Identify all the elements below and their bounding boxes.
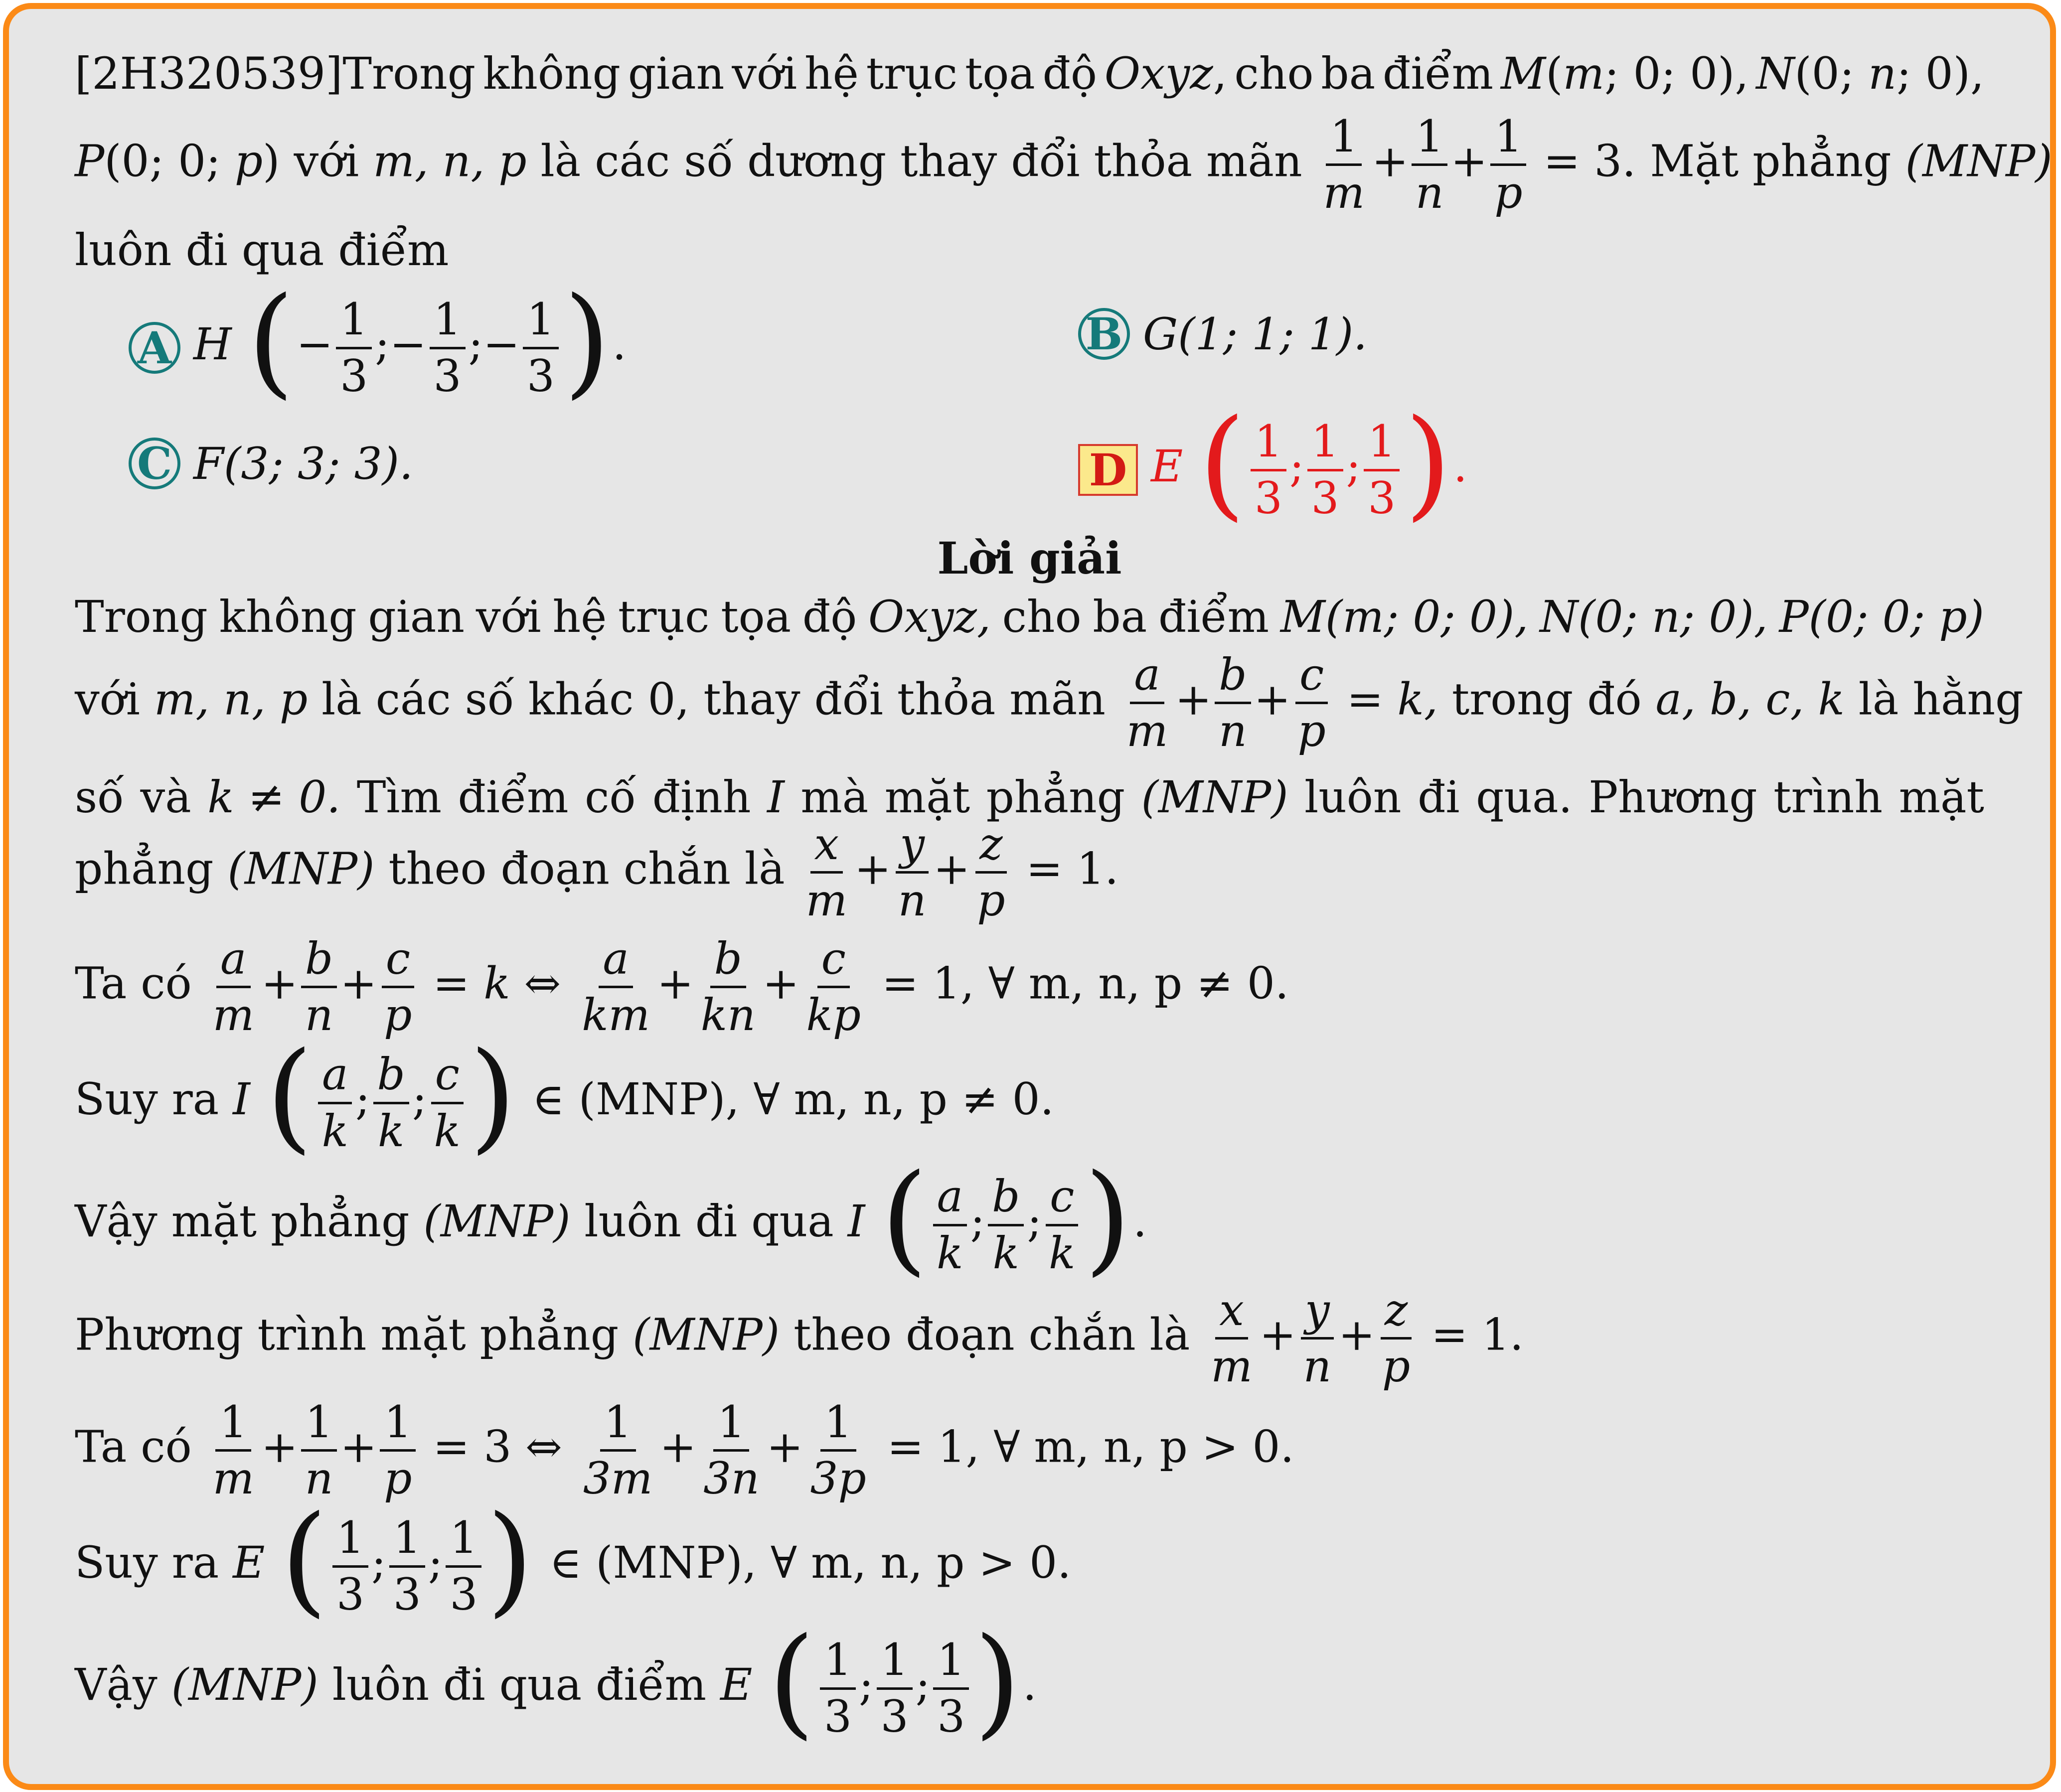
- solution-line-4: phẳng (MNP) theo đoạn chắn là x m + y n + z p =…: [75, 818, 1119, 926]
- solution-line-1: Trong không gian với hệ trục tọa độ Oxyz…: [75, 591, 1984, 642]
- question-line-3: luôn đi qua điểm: [75, 224, 449, 276]
- question-line-2: P(0; 0; p) với m, n, p là các số dương t…: [75, 111, 2053, 219]
- fraction-1-p: 1p: [1490, 113, 1527, 216]
- fraction-1-m: 1m: [1323, 111, 1365, 219]
- point-N: N(0; n; 0),: [1756, 48, 1984, 99]
- problem-code: [2H320539]: [75, 48, 343, 99]
- solution-line-10: Suy ra E (1 3; 1 3; 1 3) ∈ (MNP), ∀ m, n, p >…: [75, 1490, 1072, 1629]
- choice-C-badge[interactable]: C: [129, 438, 180, 489]
- solution-line-9: Ta có 1 m +1 n +1 p = 3 ⇔ 1 3m +1 3n +1 3p = 1, ∀ …: [75, 1396, 1294, 1504]
- fraction-1-n: 1n: [1412, 113, 1448, 216]
- solution-line-6: Suy ra I (a k; b k; c k) ∈ (MNP), ∀ m, n, p ≠…: [75, 1026, 1054, 1166]
- choice-C[interactable]: C F(3; 3; 3).: [129, 438, 413, 489]
- solution-heading: Lời giải: [937, 532, 1122, 584]
- choice-D-correct[interactable]: D E (1 3; 1 3; 1 3).: [1078, 403, 1467, 530]
- point-M: M(m; 0; 0),: [1500, 48, 1749, 99]
- solution-line-11: Vậy (MNP) luôn đi qua điểm E (1 3; 1 3; 1 3).: [75, 1612, 1037, 1751]
- choice-B-badge[interactable]: B: [1078, 308, 1130, 360]
- solution-line-3: số và k ≠ 0. Tìm điểm cố định I mà mặt p…: [75, 771, 1984, 823]
- point-P: P(0; 0; p): [75, 135, 280, 187]
- question-line-1: [2H320539]Trong không gian với hệ trục t…: [75, 48, 1984, 99]
- problem-card: [2H320539] Trong không gian với hệ trục t…: [3, 3, 2056, 1790]
- choice-B[interactable]: B G(1; 1; 1).: [1078, 308, 1367, 360]
- choice-A-badge[interactable]: A: [129, 322, 180, 374]
- solution-line-8: Phương trình mặt phẳng (MNP) theo đoạn c…: [75, 1284, 1524, 1392]
- solution-line-5: Ta có a m + b n + c p = k ⇔ a km + b kn + c kp = 1, ∀ …: [75, 933, 1289, 1041]
- choice-D-badge[interactable]: D: [1078, 444, 1138, 496]
- choice-A[interactable]: A H (− 1 3 ;− 1 3 ;− 1 3).: [129, 281, 627, 408]
- solution-line-2: với m, n, p là các số khác 0, thay đổi t…: [75, 649, 2024, 757]
- solution-line-7: Vậy mặt phẳng (MNP) luôn đi qua I (a k; b k…: [75, 1148, 1147, 1288]
